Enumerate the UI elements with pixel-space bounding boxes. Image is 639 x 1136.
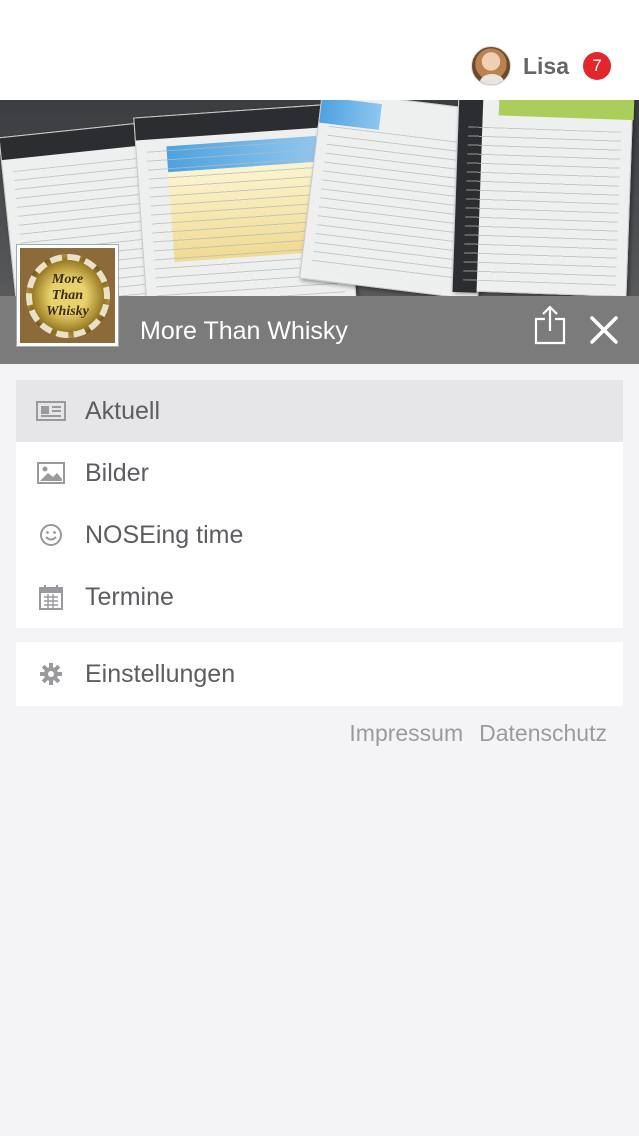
datenschutz-link[interactable]: Datenschutz [479,720,607,747]
settings-menu: Einstellungen [16,642,623,706]
share-button[interactable] [533,305,567,345]
menu-item-label: Aktuell [85,396,161,425]
close-icon [590,316,618,344]
top-bar: Lisa 7 [0,0,639,100]
calendar-icon [36,584,66,610]
impressum-link[interactable]: Impressum [349,720,463,747]
menu-item-bilder[interactable]: Bilder [16,442,623,504]
menu-item-aktuell[interactable]: Aktuell [16,380,623,442]
notification-badge[interactable]: 7 [583,52,611,80]
menu-item-label: Einstellungen [85,659,236,688]
smiley-icon [36,522,66,548]
menu-item-label: Bilder [85,458,149,487]
menu-item-termine[interactable]: Termine [16,566,623,628]
user-avatar[interactable] [470,46,511,86]
close-button[interactable] [588,314,620,346]
menu-item-label: NOSEing time [85,520,244,549]
page-logo: More Than Whisky [16,244,119,347]
page-title: More Than Whisky [140,317,348,345]
share-icon [534,305,566,345]
user-name[interactable]: Lisa [523,53,569,80]
footer-links: Impressum Datenschutz [333,720,607,747]
menu-item-label: Termine [85,582,174,611]
logo-text: More Than Whisky [46,271,89,319]
main-menu: Aktuell Bilder NOSEing time Termine [16,380,623,628]
logo-emblem: More Than Whisky [25,253,110,338]
menu-item-noseing-time[interactable]: NOSEing time [16,504,623,566]
newspaper-icon [36,398,66,424]
image-icon [36,460,66,486]
user-menu[interactable]: Lisa 7 [470,45,611,87]
gear-icon [36,661,66,687]
menu-item-einstellungen[interactable]: Einstellungen [16,642,623,706]
